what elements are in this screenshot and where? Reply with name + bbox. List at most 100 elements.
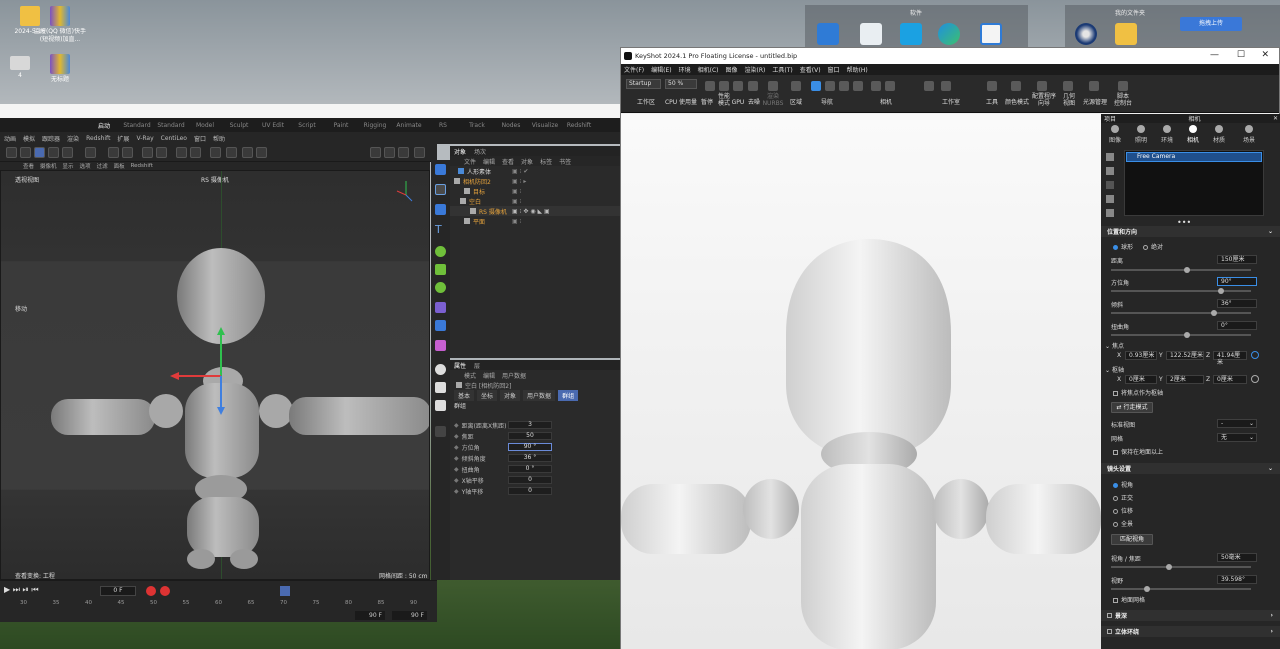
section-position[interactable]: 位置和方向 ⌄: [1101, 226, 1280, 237]
menu-item[interactable]: 渲染(R): [745, 65, 766, 74]
fov-field[interactable]: 39.598°: [1217, 575, 1257, 584]
keyshot-render-view[interactable]: [621, 114, 1101, 649]
tab-image[interactable]: 图像: [1105, 125, 1125, 144]
menu-item[interactable]: 窗口: [194, 134, 206, 143]
fit-icon[interactable]: [825, 81, 835, 91]
denoise-icon[interactable]: [748, 81, 758, 91]
toolbar-label[interactable]: 渲染 NURBS: [761, 93, 785, 107]
light-manager-icon[interactable]: [1089, 81, 1099, 91]
toolbar-label[interactable]: 光源管理: [1081, 99, 1109, 106]
toolbar-label[interactable]: 工具: [983, 99, 1001, 106]
om-menu-item[interactable]: 编辑: [483, 157, 495, 166]
section-lens[interactable]: 镜头设置 ⌄: [1101, 463, 1280, 474]
configurator-icon[interactable]: [1037, 81, 1047, 91]
gpu-icon[interactable]: [733, 81, 743, 91]
attr-subtab[interactable]: 基本: [454, 390, 475, 401]
toolbar-label[interactable]: 相机: [876, 99, 896, 106]
keep-above-ground-checkbox[interactable]: 保持在地面以上: [1113, 447, 1163, 456]
script-console-icon[interactable]: [1118, 81, 1128, 91]
menu-item[interactable]: 窗口: [828, 65, 840, 74]
viewport-menu-item[interactable]: 查看: [23, 162, 34, 170]
toolbar-label[interactable]: 脚本 控制台: [1111, 93, 1135, 107]
viewport-menu-item[interactable]: 摄像机: [40, 162, 57, 170]
pivot-z-field[interactable]: 0厘米: [1213, 375, 1247, 384]
cube-icon[interactable]: [435, 164, 446, 175]
lens-radio-perspective[interactable]: 视角: [1113, 480, 1133, 489]
viewport-menu-item[interactable]: Redshift: [131, 163, 153, 169]
mode-radio-spherical[interactable]: 球形: [1113, 242, 1133, 251]
maximize-icon[interactable]: ☐: [1237, 50, 1245, 60]
menu-item[interactable]: 模拟: [23, 134, 35, 143]
render-settings-icon[interactable]: [398, 147, 409, 158]
spline-icon[interactable]: [435, 340, 446, 351]
menu-item[interactable]: 相机(C): [698, 65, 719, 74]
menu-item[interactable]: Redshift: [86, 135, 110, 142]
tab-camera[interactable]: 相机: [1183, 125, 1203, 144]
layout-tab[interactable]: Rigging: [358, 122, 392, 129]
attr-value-field[interactable]: 50: [508, 432, 552, 440]
menu-item[interactable]: CentiLeo: [161, 135, 187, 142]
distance-field[interactable]: 150厘米: [1217, 255, 1257, 264]
tab-lighting[interactable]: 照明: [1131, 125, 1151, 144]
menu-item[interactable]: 帮助: [213, 134, 225, 143]
layout-tab[interactable]: Redshift: [562, 122, 596, 129]
fov-slider[interactable]: [1111, 586, 1251, 592]
tab-material[interactable]: 材质: [1209, 125, 1229, 144]
window-icon[interactable]: [980, 23, 1002, 45]
twist-slider[interactable]: [1111, 332, 1251, 338]
menu-item[interactable]: 编辑(E): [651, 65, 671, 74]
toolbar-label[interactable]: CPU 使用量: [663, 99, 699, 106]
toolbar-label[interactable]: 暂停: [699, 99, 715, 106]
attr-subtab[interactable]: 对象: [500, 390, 521, 401]
scale-tool-icon[interactable]: [48, 147, 59, 158]
menu-item[interactable]: 查看(V): [800, 65, 821, 74]
inclination-field[interactable]: 36°: [1217, 299, 1257, 308]
undo-icon[interactable]: [6, 147, 17, 158]
section-dof[interactable]: 景深 ›: [1101, 610, 1280, 621]
camera-icon[interactable]: [871, 81, 881, 91]
attr-menu-item[interactable]: 模式: [464, 371, 476, 380]
grid-icon[interactable]: [142, 147, 153, 158]
tools-icon[interactable]: [987, 81, 997, 91]
layout-tab[interactable]: Animate: [392, 122, 426, 129]
toolbar-label[interactable]: 工作区: [631, 99, 661, 106]
object-row[interactable]: RS 摄像机 ▣ ⁝ ✥ ◉ ◣ ▣: [450, 206, 620, 216]
cinema4d-icon[interactable]: [1075, 23, 1097, 45]
max-frame-field[interactable]: 90 F: [392, 611, 427, 620]
pivot-y-field[interactable]: 2厘米: [1166, 375, 1204, 384]
menu-item[interactable]: 扩展: [117, 134, 129, 143]
attr-value-field[interactable]: 3: [508, 421, 552, 429]
minimize-icon[interactable]: —: [1210, 50, 1219, 60]
object-row[interactable]: 相机防回2 ▣ ⁝ ▸: [450, 176, 620, 186]
toolbar-label[interactable]: 去噪: [746, 99, 762, 106]
pan-icon[interactable]: [853, 81, 863, 91]
delete-camera-icon[interactable]: [1106, 181, 1114, 189]
mode-radio-absolute[interactable]: 绝对: [1143, 242, 1163, 251]
menu-item[interactable]: 工具(T): [772, 65, 792, 74]
layout-tab[interactable]: RS: [426, 122, 460, 129]
toolbar-label[interactable]: 配置程序 向导: [1031, 93, 1057, 107]
layout-tab[interactable]: Visualize: [528, 122, 562, 129]
object-row[interactable]: 目标 ▣ ⁝: [450, 186, 620, 196]
studio-list-icon[interactable]: [941, 81, 951, 91]
attr-subtab[interactable]: 群组: [558, 390, 579, 401]
c4d-viewport[interactable]: 透视视图 RS 摄像机 移动 查看变换: 工程 网格间距 : 50 cm: [0, 170, 430, 580]
menu-item[interactable]: 图像: [726, 65, 738, 74]
cloner-icon[interactable]: [435, 264, 446, 275]
geometry-view-icon[interactable]: [1063, 81, 1073, 91]
text-tool-icon[interactable]: T: [435, 224, 446, 235]
attr-value-field[interactable]: 90 °: [508, 443, 552, 451]
inclination-slider[interactable]: [1111, 310, 1251, 316]
folder-icon[interactable]: [1115, 23, 1137, 45]
add-camera-icon[interactable]: [1106, 153, 1114, 161]
pen-icon[interactable]: [256, 147, 267, 158]
attr-subtab[interactable]: 坐标: [477, 390, 498, 401]
match-view-button[interactable]: 匹配视角: [1111, 534, 1153, 545]
grid-select[interactable]: 无 ⌄: [1217, 433, 1257, 442]
om-menu-item[interactable]: 文件: [464, 157, 476, 166]
close-icon[interactable]: ✕: [1273, 115, 1278, 122]
menu-item[interactable]: 环境: [679, 65, 691, 74]
close-icon[interactable]: ✕: [1261, 50, 1269, 60]
tab-environment[interactable]: 环境: [1157, 125, 1177, 144]
layout-tab[interactable]: Nodes: [494, 122, 528, 129]
